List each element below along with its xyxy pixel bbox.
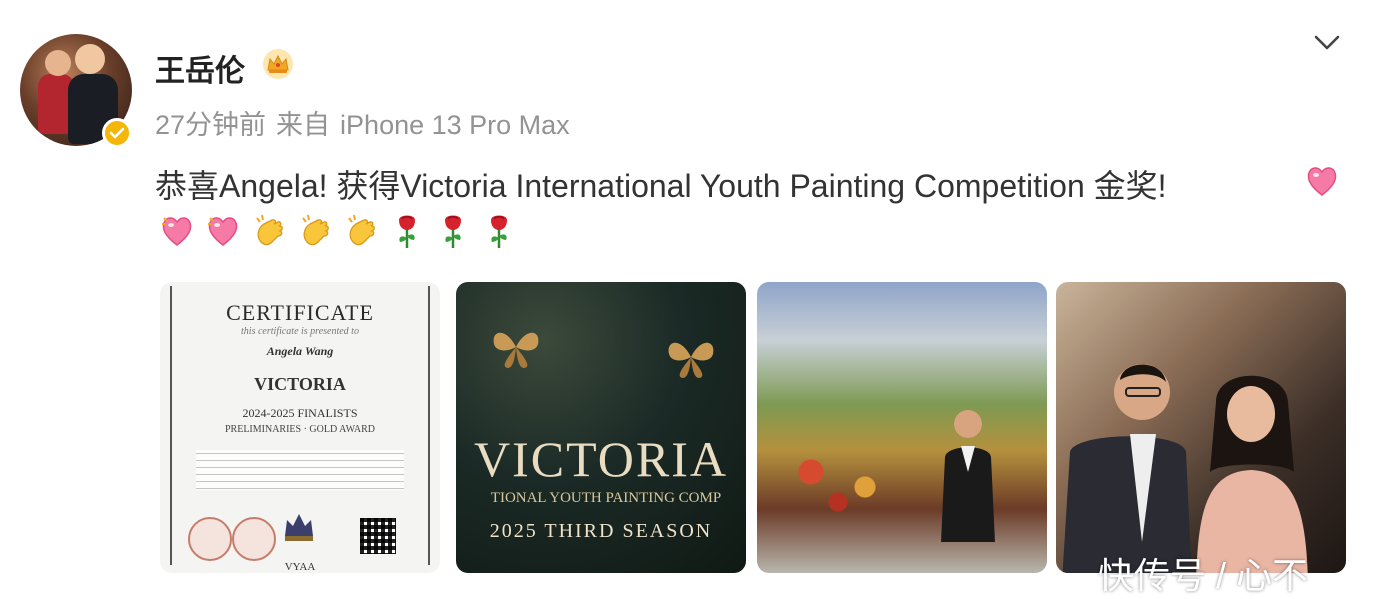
clap-emoji bbox=[256, 214, 283, 246]
verified-badge-icon bbox=[102, 118, 132, 148]
woman-figure bbox=[1196, 375, 1308, 573]
certificate-title: CERTIFICATE bbox=[226, 300, 374, 325]
avatar-child-face bbox=[45, 50, 71, 76]
heart-emoji bbox=[162, 217, 192, 246]
certificate-body-text bbox=[196, 450, 404, 490]
heart-emoji bbox=[1307, 167, 1337, 196]
certificate-footer: VYAA bbox=[284, 561, 316, 573]
butterfly-icon bbox=[668, 342, 714, 378]
butterfly-icon bbox=[493, 332, 539, 368]
post-text: 恭喜Angela! 获得Victoria International Youth… bbox=[155, 168, 1167, 204]
post-source-device[interactable]: iPhone 13 Pro Max bbox=[340, 110, 570, 140]
poster-season: 2025 THIRD SEASON bbox=[489, 520, 713, 542]
image-certificate[interactable]: CERTIFICATE this certificate is presente… bbox=[160, 282, 440, 573]
emoji-row bbox=[160, 212, 516, 250]
rose-emoji bbox=[399, 215, 415, 248]
chevron-down-icon[interactable] bbox=[1312, 30, 1342, 54]
image-photo[interactable] bbox=[1056, 282, 1346, 573]
man-figure bbox=[1062, 364, 1192, 573]
post-meta: 27分钟前 来自 iPhone 13 Pro Max bbox=[155, 103, 580, 142]
image-banquet[interactable] bbox=[757, 282, 1047, 573]
person-figure bbox=[941, 410, 995, 542]
seal-icon bbox=[188, 517, 232, 561]
heart-emoji bbox=[208, 217, 238, 246]
certificate-award: PRELIMINARIES · GOLD AWARD bbox=[224, 424, 376, 435]
seal-icon bbox=[232, 517, 276, 561]
crown-icon bbox=[285, 514, 313, 541]
clap-emoji bbox=[348, 214, 375, 246]
username[interactable]: 王岳伦 bbox=[155, 46, 245, 90]
avatar-adult-face bbox=[75, 44, 105, 74]
poster-subtitle: TIONAL YOUTH PAINTING COMP bbox=[490, 490, 722, 506]
certificate-recipient: Angela Wang bbox=[266, 344, 334, 358]
flowers-decoration bbox=[757, 432, 937, 532]
watermark: 快传号 / 心不 bbox=[1098, 555, 1309, 596]
certificate-org: VICTORIA bbox=[254, 374, 346, 394]
poster-title: VICTORIA bbox=[474, 431, 728, 487]
qr-code-icon bbox=[360, 518, 396, 554]
certificate-subtitle: this certificate is presented to bbox=[241, 326, 359, 337]
image-poster[interactable]: VICTORIA TIONAL YOUTH PAINTING COMP 2025… bbox=[456, 282, 746, 573]
crown-badge-icon bbox=[263, 49, 293, 79]
certificate-finalists: 2024-2025 FINALISTS bbox=[242, 406, 358, 420]
rose-emoji bbox=[445, 215, 461, 248]
post-time: 27分钟前 bbox=[155, 110, 267, 140]
rose-emoji bbox=[491, 215, 507, 248]
post-source-prefix: 来自 bbox=[276, 110, 331, 140]
clap-emoji bbox=[302, 214, 329, 246]
